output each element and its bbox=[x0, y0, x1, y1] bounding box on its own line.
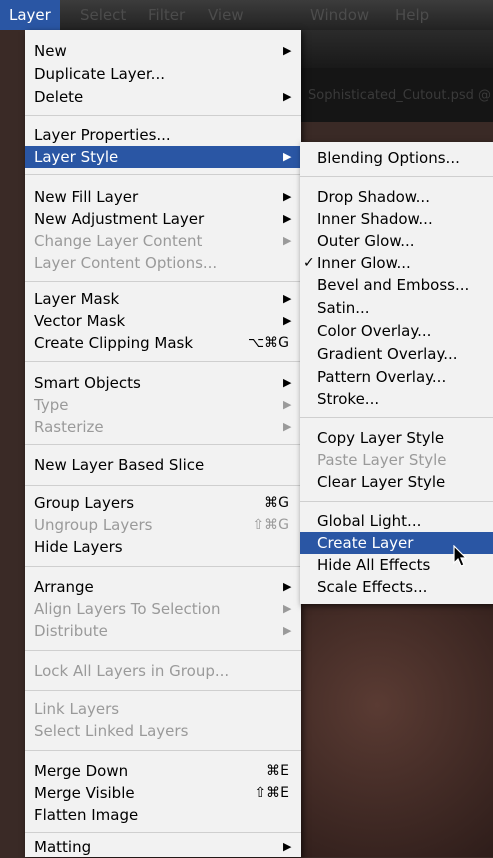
menu-item-lock-all-layers-in-group[interactable]: Lock All Layers in Group... bbox=[25, 660, 301, 682]
submenu-arrow-icon: ▶ bbox=[283, 90, 292, 103]
submenu-item-inner-glow[interactable]: ✓ Inner Glow... bbox=[300, 252, 493, 274]
menu-item-matting[interactable]: Matting ▶ bbox=[25, 836, 301, 858]
menu-select[interactable]: Select bbox=[80, 6, 126, 24]
menu-item-hide-layers[interactable]: Hide Layers bbox=[25, 536, 301, 558]
menu-item-layer-content-options[interactable]: Layer Content Options... bbox=[25, 252, 301, 274]
separator bbox=[25, 832, 301, 833]
separator bbox=[25, 485, 301, 486]
submenu-item-drop-shadow[interactable]: Drop Shadow... bbox=[300, 186, 493, 208]
submenu-arrow-icon: ▶ bbox=[283, 314, 292, 327]
options-toolbar bbox=[300, 30, 493, 68]
separator bbox=[25, 281, 301, 282]
shortcut: ⌥⌘G bbox=[248, 335, 289, 351]
submenu-item-global-light[interactable]: Global Light... bbox=[300, 510, 493, 532]
submenu-item-gradient-overlay[interactable]: Gradient Overlay... bbox=[300, 343, 493, 365]
menu-item-flatten-image[interactable]: Flatten Image bbox=[25, 804, 301, 826]
submenu-item-bevel-and-emboss[interactable]: Bevel and Emboss... bbox=[300, 274, 493, 296]
submenu-item-pattern-overlay[interactable]: Pattern Overlay... bbox=[300, 366, 493, 388]
submenu-item-inner-shadow[interactable]: Inner Shadow... bbox=[300, 208, 493, 230]
submenu-arrow-icon: ▶ bbox=[283, 602, 292, 615]
checkmark-icon: ✓ bbox=[303, 255, 315, 271]
menu-help[interactable]: Help bbox=[395, 6, 429, 24]
separator bbox=[25, 750, 301, 751]
separator bbox=[25, 115, 301, 116]
submenu-item-clear-layer-style[interactable]: Clear Layer Style bbox=[300, 471, 493, 493]
submenu-arrow-icon: ▶ bbox=[283, 190, 292, 203]
shortcut: ⌘G bbox=[264, 495, 289, 511]
canvas bbox=[300, 604, 493, 857]
separator bbox=[300, 176, 493, 177]
separator bbox=[25, 690, 301, 691]
menu-item-align-layers-to-selection[interactable]: Align Layers To Selection ▶ bbox=[25, 598, 301, 620]
menu-item-layer-style[interactable]: Layer Style ▶ bbox=[25, 146, 301, 168]
menu-view[interactable]: View bbox=[208, 6, 244, 24]
menu-item-select-linked-layers[interactable]: Select Linked Layers bbox=[25, 720, 301, 742]
menu-item-ungroup-layers[interactable]: Ungroup Layers ⇧⌘G bbox=[25, 514, 301, 536]
menu-window[interactable]: Window bbox=[310, 6, 369, 24]
document-tab: Sophisticated_Cutout.psd @ 66.7% (Person… bbox=[300, 68, 493, 122]
submenu-arrow-icon: ▶ bbox=[283, 624, 292, 637]
menu-item-new-layer-based-slice[interactable]: New Layer Based Slice bbox=[25, 454, 301, 476]
shortcut: ⌘E bbox=[266, 763, 289, 779]
layer-style-submenu: Blending Options... Drop Shadow... Inner… bbox=[300, 142, 493, 604]
submenu-arrow-icon: ▶ bbox=[283, 840, 292, 853]
menu-item-new[interactable]: New ▶ bbox=[25, 40, 301, 62]
separator bbox=[25, 650, 301, 651]
document-title: Sophisticated_Cutout.psd @ 66.7% (Person… bbox=[308, 88, 493, 103]
menu-item-merge-visible[interactable]: Merge Visible ⇧⌘E bbox=[25, 782, 301, 804]
menu-item-distribute[interactable]: Distribute ▶ bbox=[25, 620, 301, 642]
menu-item-link-layers[interactable]: Link Layers bbox=[25, 698, 301, 720]
separator bbox=[300, 501, 493, 502]
submenu-arrow-icon: ▶ bbox=[283, 44, 292, 57]
menu-item-new-adjustment-layer[interactable]: New Adjustment Layer ▶ bbox=[25, 208, 301, 230]
menu-item-smart-objects[interactable]: Smart Objects ▶ bbox=[25, 372, 301, 394]
mouse-pointer-icon bbox=[453, 545, 468, 567]
menu-item-type[interactable]: Type ▶ bbox=[25, 394, 301, 416]
submenu-item-stroke[interactable]: Stroke... bbox=[300, 388, 493, 410]
separator bbox=[300, 417, 493, 418]
submenu-arrow-icon: ▶ bbox=[283, 150, 292, 163]
menu-item-group-layers[interactable]: Group Layers ⌘G bbox=[25, 492, 301, 514]
menu-item-delete[interactable]: Delete ▶ bbox=[25, 86, 301, 108]
shortcut: ⇧⌘G bbox=[252, 517, 289, 533]
menu-item-vector-mask[interactable]: Vector Mask ▶ bbox=[25, 310, 301, 332]
menubar: Layer Select Filter View Window Help bbox=[0, 0, 493, 30]
menu-item-create-clipping-mask[interactable]: Create Clipping Mask ⌥⌘G bbox=[25, 332, 301, 354]
submenu-item-copy-layer-style[interactable]: Copy Layer Style bbox=[300, 427, 493, 449]
menu-item-merge-down[interactable]: Merge Down ⌘E bbox=[25, 760, 301, 782]
separator bbox=[25, 566, 301, 567]
submenu-arrow-icon: ▶ bbox=[283, 212, 292, 225]
submenu-item-paste-layer-style[interactable]: Paste Layer Style bbox=[300, 449, 493, 471]
menu-item-duplicate-layer[interactable]: Duplicate Layer... bbox=[25, 63, 301, 85]
submenu-arrow-icon: ▶ bbox=[283, 234, 292, 247]
submenu-item-outer-glow[interactable]: Outer Glow... bbox=[300, 230, 493, 252]
submenu-item-satin[interactable]: Satin... bbox=[300, 297, 493, 319]
submenu-arrow-icon: ▶ bbox=[283, 292, 292, 305]
menu-item-rasterize[interactable]: Rasterize ▶ bbox=[25, 416, 301, 438]
submenu-arrow-icon: ▶ bbox=[283, 580, 292, 593]
submenu-item-scale-effects[interactable]: Scale Effects... bbox=[300, 576, 493, 598]
menu-item-layer-mask[interactable]: Layer Mask ▶ bbox=[25, 288, 301, 310]
menu-item-new-fill-layer[interactable]: New Fill Layer ▶ bbox=[25, 186, 301, 208]
separator bbox=[25, 444, 301, 445]
separator bbox=[25, 361, 301, 362]
layer-menu: New ▶ Duplicate Layer... Delete ▶ Layer Pr… bbox=[25, 30, 301, 857]
submenu-item-blending-options[interactable]: Blending Options... bbox=[300, 147, 493, 169]
submenu-item-color-overlay[interactable]: Color Overlay... bbox=[300, 320, 493, 342]
menu-layer[interactable]: Layer bbox=[0, 0, 60, 30]
separator bbox=[25, 174, 301, 175]
menu-item-layer-properties[interactable]: Layer Properties... bbox=[25, 124, 301, 146]
menu-item-arrange[interactable]: Arrange ▶ bbox=[25, 576, 301, 598]
submenu-arrow-icon: ▶ bbox=[283, 398, 292, 411]
menu-filter[interactable]: Filter bbox=[148, 6, 185, 24]
submenu-arrow-icon: ▶ bbox=[283, 420, 292, 433]
shortcut: ⇧⌘E bbox=[254, 785, 289, 801]
submenu-arrow-icon: ▶ bbox=[283, 376, 292, 389]
menu-item-change-layer-content[interactable]: Change Layer Content ▶ bbox=[25, 230, 301, 252]
